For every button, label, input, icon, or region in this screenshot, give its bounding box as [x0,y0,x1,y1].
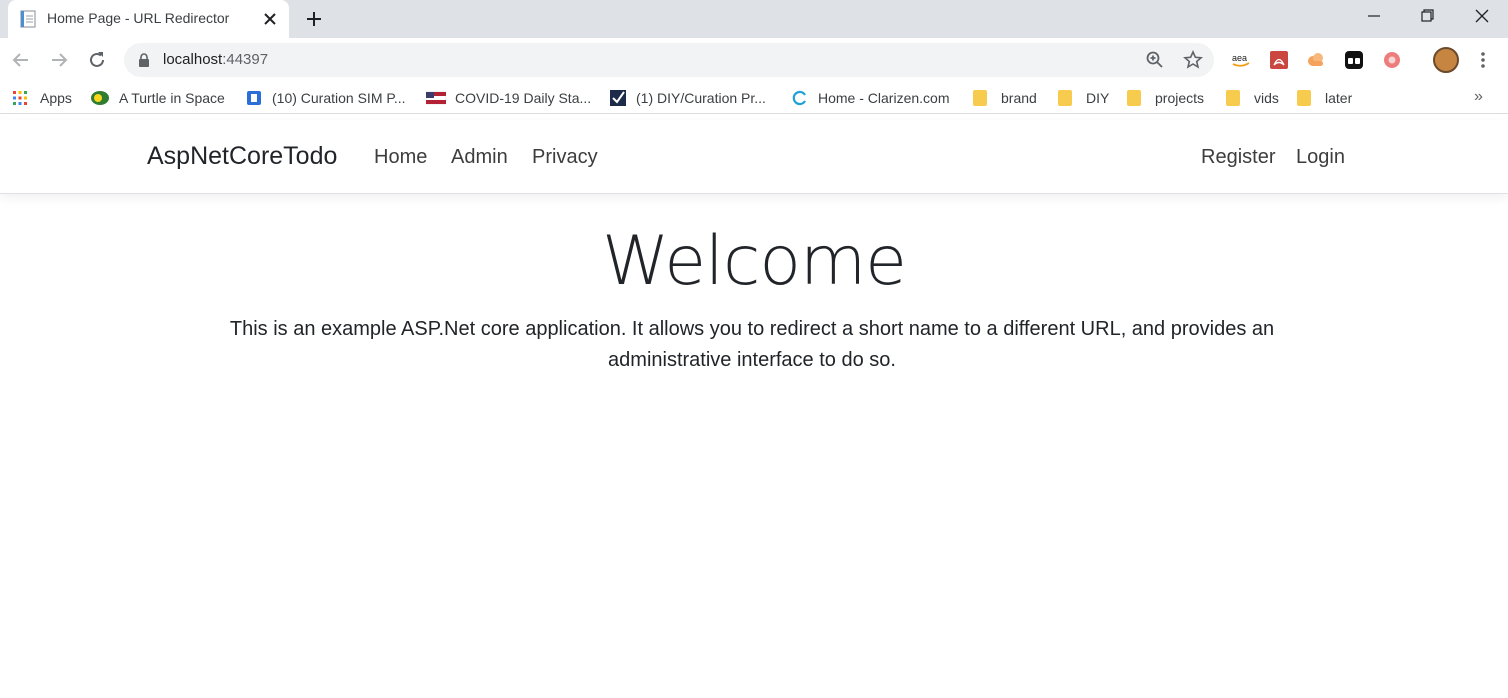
url-text[interactable]: localhost:44397 [163,51,268,68]
extension-icon[interactable] [1344,50,1364,70]
amazon-icon[interactable]: aea [1231,50,1251,70]
page-description: This is an example ASP.Net core applicat… [229,318,1275,371]
bookmark-label: DIY [1086,90,1110,106]
bookmark-label: Home - Clarizen.com [818,90,950,106]
nav-home[interactable]: Home [374,146,427,169]
browser-tab[interactable]: Home Page - URL Redirector [8,0,289,38]
folder-icon [1297,90,1311,106]
record-icon[interactable] [1382,50,1402,70]
folder-icon [1127,90,1141,106]
url-port: :44397 [222,51,269,68]
site-navbar: AspNetCoreTodo Home Admin Privacy Regist… [0,120,1508,194]
close-icon[interactable] [260,9,280,29]
bookmark-label: vids [1254,90,1279,106]
bookmark-label: projects [1155,90,1205,106]
star-icon[interactable] [1183,50,1203,70]
zoom-icon[interactable] [1145,50,1165,70]
forward-icon[interactable] [48,49,70,71]
nav-register[interactable]: Register [1201,146,1275,169]
doc-blue-icon [247,91,261,105]
address-bar[interactable]: localhost:44397 [124,43,1214,77]
folder-icon [1058,90,1072,106]
cloud-icon[interactable] [1306,50,1326,70]
folder-icon [973,90,987,106]
menu-icon[interactable] [1476,50,1490,70]
plus-icon[interactable] [304,9,324,29]
bookmark-clarizen[interactable]: Home - Clarizen.com [792,89,949,107]
close-window-icon[interactable] [1470,6,1494,26]
bookmark-folder-brand[interactable]: brand [973,89,1037,107]
bookmark-label: (1) DIY/Curation Pr... [636,90,766,106]
browser-tabstrip: Home Page - URL Redirector [0,0,1508,38]
bookmarks-bar: Apps A Turtle in Space (10) Curation SIM… [0,82,1508,114]
bookmark-folder-diy[interactable]: DIY [1058,89,1109,107]
bookmark-label: A Turtle in Space [119,90,225,106]
folder-icon [1226,90,1240,106]
bookmark-folder-later[interactable]: later [1297,89,1352,107]
bookmark-label: later [1325,90,1353,106]
bookmark-diy-curation[interactable]: (1) DIY/Curation Pr... [610,89,766,107]
pdf-icon[interactable] [1269,50,1289,70]
nav-login[interactable]: Login [1296,146,1345,169]
lock-icon[interactable] [138,53,150,67]
browser-toolbar: localhost:44397 aea [0,38,1508,82]
check-icon [610,90,626,106]
turtle-icon [91,91,109,105]
page-icon [20,10,36,28]
bookmark-covid[interactable]: COVID-19 Daily Sta... [426,89,591,107]
back-icon[interactable] [10,49,32,71]
clarizen-icon [792,90,806,106]
page-title: Welcome [601,222,907,301]
svg-text:aea: aea [1232,53,1247,63]
bookmark-apps[interactable]: Apps [12,89,72,107]
avatar[interactable] [1433,47,1459,73]
bookmark-turtle[interactable]: A Turtle in Space [90,89,225,107]
restore-icon[interactable] [1415,6,1439,26]
bookmark-curation-sim[interactable]: (10) Curation SIM P... [246,89,406,107]
reload-icon[interactable] [86,49,108,71]
bookmark-label: Apps [40,90,72,106]
bookmark-folder-projects[interactable]: projects [1127,89,1204,107]
nav-admin[interactable]: Admin [451,146,508,169]
bookmark-label: COVID-19 Daily Sta... [455,90,592,106]
site-brand[interactable]: AspNetCoreTodo [147,142,337,171]
bookmark-folder-vids[interactable]: vids [1226,89,1279,107]
flag-icon [426,91,446,105]
nav-privacy[interactable]: Privacy [532,146,598,169]
bookmark-label: brand [1001,90,1037,106]
tab-title: Home Page - URL Redirector [47,10,230,26]
url-host: localhost [163,51,223,68]
minimize-icon[interactable] [1362,6,1386,26]
apps-grid-icon [13,91,27,105]
bookmark-label: (10) Curation SIM P... [272,90,406,106]
bookmarks-overflow-button[interactable]: » [1474,88,1483,106]
